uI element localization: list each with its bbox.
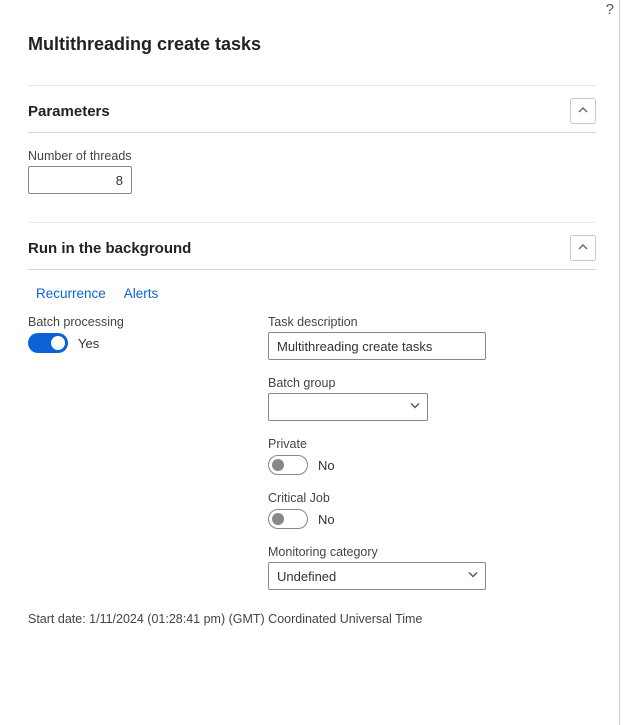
col-right: Task description Batch group (268, 315, 596, 606)
field-critical: Critical Job No (268, 491, 596, 529)
private-toggle[interactable] (268, 455, 308, 475)
divider (28, 132, 596, 133)
critical-value: No (318, 512, 335, 527)
threads-input[interactable] (28, 166, 132, 194)
page-title: Multithreading create tasks (28, 34, 596, 55)
field-private: Private No (268, 437, 596, 475)
col-left: Batch processing Yes (28, 315, 238, 606)
threads-label: Number of threads (28, 149, 596, 163)
monitoring-select[interactable]: Undefined (268, 562, 486, 590)
background-fields: Batch processing Yes Task description Ba… (28, 315, 596, 606)
task-description-input[interactable] (268, 332, 486, 360)
section-header-parameters: Parameters (28, 98, 596, 124)
batch-processing-label: Batch processing (28, 315, 238, 329)
private-value: No (318, 458, 335, 473)
section-parameters: Parameters Number of threads (28, 85, 596, 222)
page-container: Multithreading create tasks Parameters N… (0, 0, 624, 638)
help-icon[interactable]: ? (606, 1, 614, 18)
private-toggle-wrap: No (268, 455, 596, 475)
batch-group-label: Batch group (268, 376, 596, 390)
field-task-description: Task description (268, 315, 596, 360)
monitoring-select-wrap: Undefined (268, 562, 486, 590)
monitoring-label: Monitoring category (268, 545, 596, 559)
divider (28, 269, 596, 270)
toggle-knob (272, 513, 284, 525)
toggle-knob (51, 336, 65, 350)
batch-processing-toggle[interactable] (28, 333, 68, 353)
critical-label: Critical Job (268, 491, 596, 505)
tab-recurrence[interactable]: Recurrence (36, 286, 106, 301)
collapse-button-background[interactable] (570, 235, 596, 261)
chevron-up-icon (578, 105, 588, 118)
tabs-bar: Recurrence Alerts (28, 286, 596, 301)
batch-group-select-wrap (268, 393, 428, 421)
private-label: Private (268, 437, 596, 451)
batch-processing-toggle-wrap: Yes (28, 333, 238, 353)
pane-right-border (619, 0, 620, 725)
monitoring-value: Undefined (277, 569, 336, 584)
chevron-up-icon (578, 242, 588, 255)
batch-group-select[interactable] (268, 393, 428, 421)
field-batch-group: Batch group (268, 376, 596, 421)
task-description-label: Task description (268, 315, 596, 329)
section-background: Run in the background Recurrence Alerts … (28, 222, 596, 638)
critical-toggle[interactable] (268, 509, 308, 529)
field-number-of-threads: Number of threads (28, 149, 596, 194)
field-monitoring: Monitoring category Undefined (268, 545, 596, 590)
field-batch-processing: Batch processing Yes (28, 315, 238, 353)
toggle-knob (272, 459, 284, 471)
section-title-background: Run in the background (28, 240, 191, 257)
section-title-parameters: Parameters (28, 103, 110, 120)
tab-alerts[interactable]: Alerts (124, 286, 159, 301)
batch-processing-value: Yes (78, 336, 99, 351)
section-header-background: Run in the background (28, 235, 596, 261)
critical-toggle-wrap: No (268, 509, 596, 529)
collapse-button-parameters[interactable] (570, 98, 596, 124)
start-date-text: Start date: 1/11/2024 (01:28:41 pm) (GMT… (28, 612, 596, 626)
